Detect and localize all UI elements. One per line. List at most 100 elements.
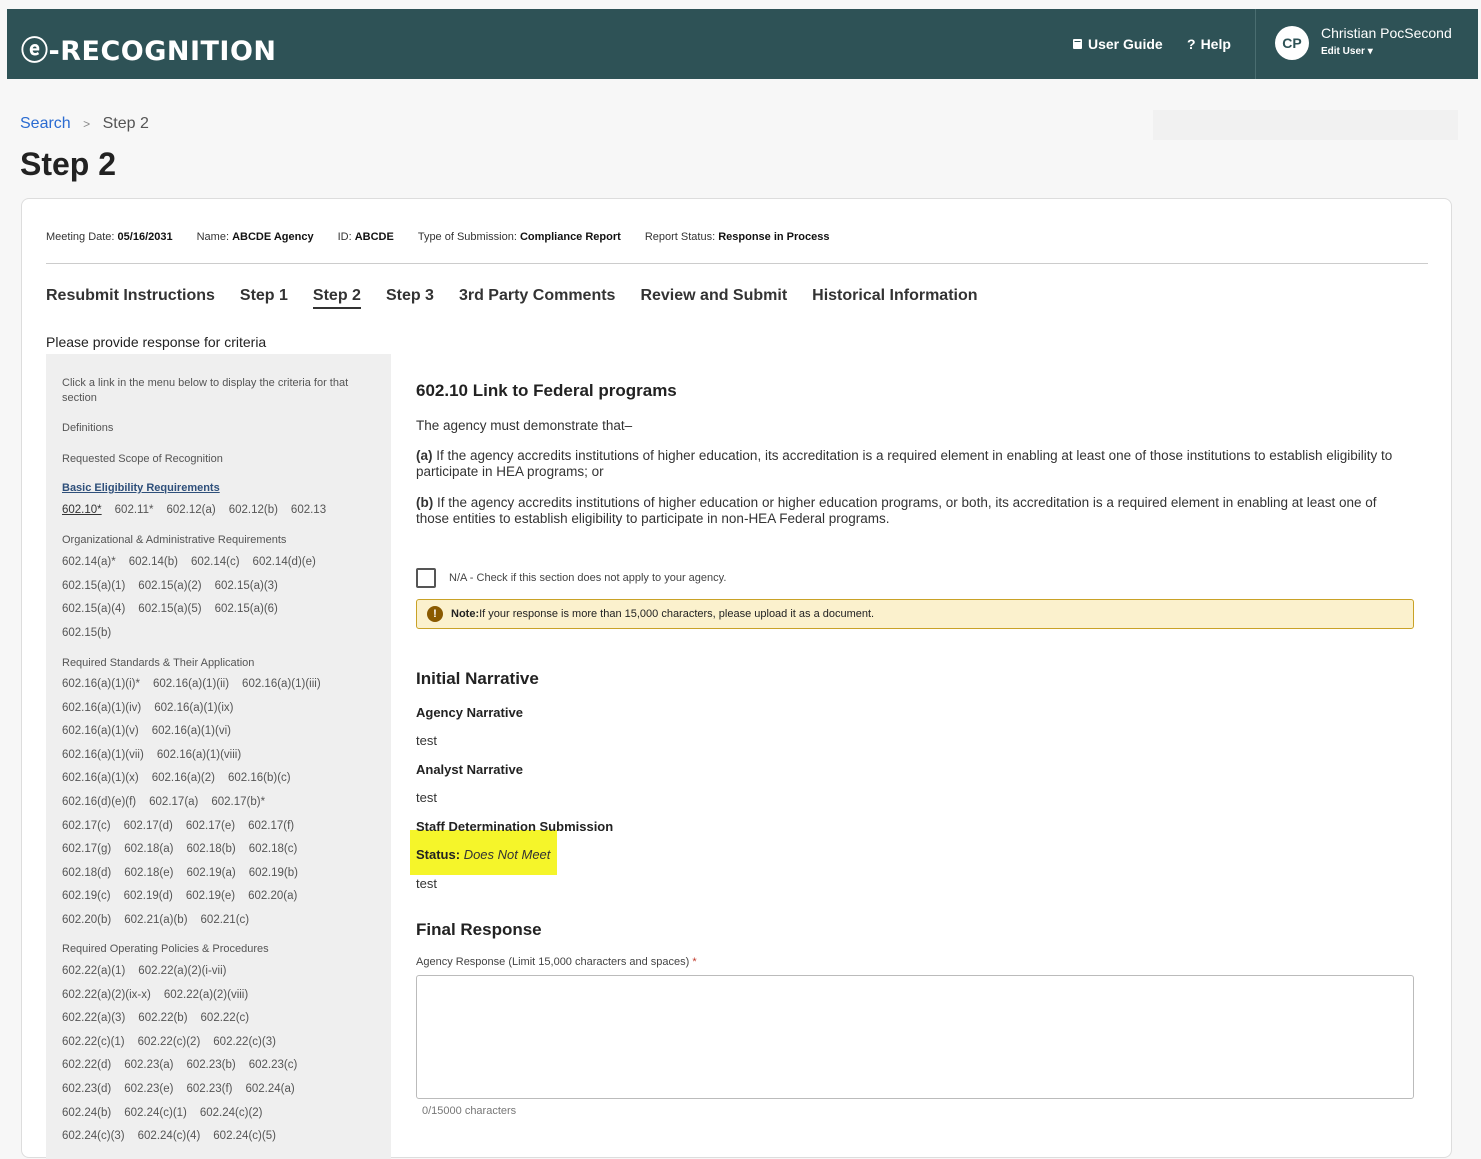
edit-user-menu[interactable]: Edit User ▾ (1321, 46, 1373, 57)
criteria-link[interactable]: 602.24(c)(1) (124, 1107, 187, 1119)
sidebar-heading-policies: Required Operating Policies & Procedures (62, 943, 269, 955)
breadcrumb-search-link[interactable]: Search (20, 115, 71, 132)
criteria-link[interactable]: 602.15(a)(1) (62, 580, 125, 592)
criteria-link[interactable]: 602.20(a) (248, 890, 297, 902)
criteria-link[interactable]: 602.16(a)(1)(vi) (152, 725, 231, 737)
criteria-link[interactable]: 602.24(c)(3) (62, 1130, 125, 1142)
criteria-link[interactable]: 602.15(a)(2) (138, 580, 201, 592)
criteria-link[interactable]: 602.18(c) (249, 843, 298, 855)
criteria-link[interactable]: 602.23(c) (249, 1059, 298, 1071)
criteria-link[interactable]: 602.11* (115, 504, 154, 516)
criteria-link[interactable]: 602.23(e) (124, 1083, 173, 1095)
criteria-link[interactable]: 602.17(d) (124, 820, 173, 832)
agency-response-textarea[interactable] (416, 975, 1414, 1099)
criteria-link[interactable]: 602.16(a)(2) (152, 772, 215, 784)
criteria-link[interactable]: 602.22(c)(2) (138, 1036, 201, 1048)
app-logo[interactable]: ⓔ-RECOGNITION (21, 29, 277, 68)
criteria-link[interactable]: 602.16(a)(1)(x) (62, 772, 139, 784)
criteria-link[interactable]: 602.17(c) (62, 820, 111, 832)
criteria-link[interactable]: 602.16(a)(1)(i)* (62, 678, 140, 690)
criteria-link[interactable]: 602.22(c)(1) (62, 1036, 125, 1048)
criteria-link[interactable]: 602.17(b)* (211, 796, 265, 808)
tab-step-3[interactable]: Step 3 (386, 287, 434, 309)
criteria-link[interactable]: 602.16(a)(1)(ix) (154, 702, 233, 714)
criteria-link[interactable]: 602.15(a)(6) (215, 603, 278, 615)
standards-criteria-row: 602.16(a)(1)(iv) 602.16(a)(1)(ix) (62, 702, 247, 714)
tab-step-2[interactable]: Step 2 (312, 287, 361, 309)
criteria-link[interactable]: 602.22(c) (201, 1012, 250, 1024)
criteria-link[interactable]: 602.24(c)(2) (200, 1107, 263, 1119)
criteria-link[interactable]: 602.18(d) (62, 867, 111, 879)
criteria-link[interactable]: 602.21(a)(b) (124, 914, 187, 926)
criteria-link[interactable]: 602.16(a)(1)(iii) (242, 678, 321, 690)
criteria-link[interactable]: 602.22(d) (62, 1059, 111, 1071)
tab-review-and-submit[interactable]: Review and Submit (640, 287, 787, 309)
criteria-link[interactable]: 602.18(b) (186, 843, 235, 855)
criteria-link[interactable]: 602.23(b) (186, 1059, 235, 1071)
criteria-link[interactable]: 602.24(b) (62, 1107, 111, 1119)
criteria-link[interactable]: 602.15(a)(4) (62, 603, 125, 615)
header-utility-area (1153, 110, 1458, 140)
criteria-link[interactable]: 602.17(f) (248, 820, 294, 832)
help-link[interactable]: ? Help (1187, 36, 1231, 52)
criteria-link[interactable]: 602.15(a)(5) (138, 603, 201, 615)
criteria-link[interactable]: 602.22(a)(3) (62, 1012, 125, 1024)
criteria-link[interactable]: 602.21(c) (201, 914, 250, 926)
policies-criteria-row: 602.23(d) 602.23(e) 602.23(f) 602.24(a) (62, 1083, 308, 1095)
tab-historical-information[interactable]: Historical Information (812, 287, 977, 309)
criteria-link[interactable]: 602.14(d)(e) (253, 556, 316, 568)
criteria-link[interactable]: 602.16(a)(1)(ii) (153, 678, 229, 690)
criteria-link[interactable]: 602.22(a)(1) (62, 965, 125, 977)
criteria-link[interactable]: 602.19(e) (186, 890, 235, 902)
criteria-link[interactable]: 602.23(d) (62, 1083, 111, 1095)
criteria-link[interactable]: 602.16(a)(1)(iv) (62, 702, 141, 714)
tab-step-1[interactable]: Step 1 (240, 287, 288, 309)
na-checkbox[interactable] (416, 568, 436, 588)
tab-resubmit-instructions[interactable]: Resubmit Instructions (46, 287, 215, 309)
sidebar-item-definitions[interactable]: Definitions (62, 422, 113, 434)
status-value: Does Not Meet (463, 847, 551, 862)
criteria-link[interactable]: 602.16(b)(c) (228, 772, 291, 784)
criteria-link[interactable]: 602.13 (291, 504, 326, 516)
criteria-link[interactable]: 602.23(a) (124, 1059, 173, 1071)
criteria-link[interactable]: 602.16(a)(1)(vii) (62, 749, 144, 761)
criteria-link[interactable]: 602.14(c) (191, 556, 240, 568)
criteria-link[interactable]: 602.14(a)* (62, 556, 116, 568)
criteria-link[interactable]: 602.20(b) (62, 914, 111, 926)
criterion-b: (b) If the agency accredits institutions… (416, 495, 1377, 526)
policies-criteria-row: 602.22(d) 602.23(a) 602.23(b) 602.23(c) (62, 1059, 310, 1071)
criteria-link[interactable]: 602.22(b) (138, 1012, 187, 1024)
chevron-down-icon: ▾ (1367, 46, 1373, 57)
tab-3rd-party-comments[interactable]: 3rd Party Comments (459, 287, 616, 309)
criteria-link[interactable]: 602.18(a) (124, 843, 173, 855)
criteria-link[interactable]: 602.16(d)(e)(f) (62, 796, 136, 808)
criteria-link[interactable]: 602.17(g) (62, 843, 111, 855)
criteria-link[interactable]: 602.17(a) (149, 796, 198, 808)
criteria-link[interactable]: 602.22(a)(2)(ix-x) (62, 989, 151, 1001)
criteria-link[interactable]: 602.22(a)(2)(i-vii) (138, 965, 226, 977)
criteria-link[interactable]: 602.22(a)(2)(viii) (164, 989, 248, 1001)
criteria-link[interactable]: 602.22(c)(3) (213, 1036, 276, 1048)
sidebar-item-requested-scope[interactable]: Requested Scope of Recognition (62, 453, 223, 465)
criteria-link[interactable]: 602.15(b) (62, 627, 111, 639)
criteria-link[interactable]: 602.19(b) (249, 867, 298, 879)
avatar[interactable]: CP (1275, 26, 1309, 60)
criteria-link[interactable]: 602.24(c)(4) (138, 1130, 201, 1142)
criteria-link[interactable]: 602.18(e) (124, 867, 173, 879)
criteria-link[interactable]: 602.19(c) (62, 890, 111, 902)
criteria-link[interactable]: 602.19(d) (124, 890, 173, 902)
criteria-link[interactable]: 602.16(a)(1)(viii) (157, 749, 241, 761)
criteria-link[interactable]: 602.12(a) (166, 504, 215, 516)
criteria-link[interactable]: 602.24(c)(5) (213, 1130, 276, 1142)
user-guide-link[interactable]: User Guide (1072, 36, 1163, 52)
criteria-link[interactable]: 602.12(b) (229, 504, 278, 516)
criteria-link[interactable]: 602.16(a)(1)(v) (62, 725, 139, 737)
criteria-link[interactable]: 602.10* (62, 504, 102, 516)
criteria-link[interactable]: 602.15(a)(3) (215, 580, 278, 592)
criteria-link[interactable]: 602.17(e) (186, 820, 235, 832)
criteria-link[interactable]: 602.24(a) (246, 1083, 295, 1095)
criteria-link[interactable]: 602.23(f) (186, 1083, 232, 1095)
criteria-link[interactable]: 602.14(b) (129, 556, 178, 568)
criteria-link[interactable]: 602.19(a) (186, 867, 235, 879)
sidebar-heading-basic-eligibility[interactable]: Basic Eligibility Requirements (62, 482, 220, 494)
